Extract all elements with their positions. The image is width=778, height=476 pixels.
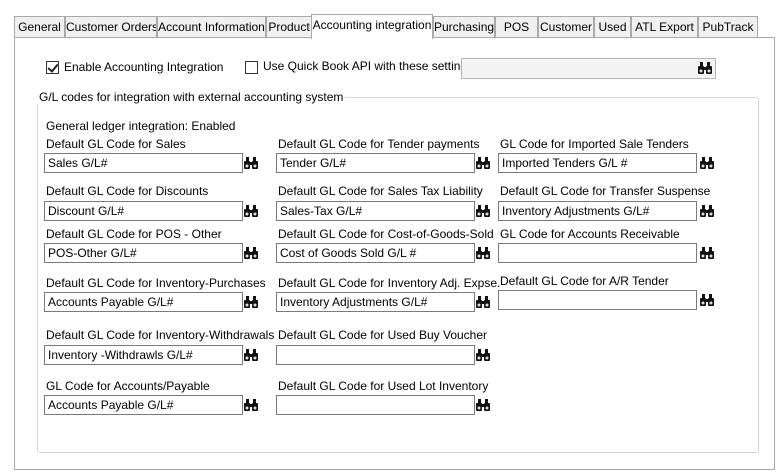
quickbook-api-label: Use Quick Book API with these settings bbox=[263, 59, 474, 73]
tab-account-information[interactable]: Account Information bbox=[157, 16, 266, 38]
tab-atl-export[interactable]: ATL Export bbox=[631, 16, 698, 38]
sales-tax-gl-label: Default GL Code for Sales Tax Liability bbox=[278, 184, 483, 198]
tender-payments-gl-field[interactable]: Tender G/L# bbox=[276, 153, 475, 173]
inventory-adj-gl-field[interactable]: Inventory Adjustments G/L# bbox=[276, 292, 475, 312]
cogs-gl-field[interactable]: Cost of Goods Sold G/L # bbox=[276, 243, 475, 263]
binoculars-icon[interactable] bbox=[475, 246, 491, 260]
cogs-gl-label: Default GL Code for Cost-of-Goods-Sold bbox=[278, 227, 494, 241]
binoculars-icon[interactable] bbox=[243, 295, 259, 309]
imported-sale-tenders-gl-field[interactable]: Imported Tenders G/L # bbox=[498, 153, 697, 173]
accounting-integration-panel: Enable Accounting Integration Use Quick … bbox=[14, 37, 775, 470]
sales-tax-gl-field[interactable]: Sales-Tax G/L# bbox=[276, 201, 475, 221]
used-buy-voucher-gl-label: Default GL Code for Used Buy Voucher bbox=[278, 328, 488, 342]
accounts-receivable-gl-label: GL Code for Accounts Receivable bbox=[500, 227, 680, 241]
discounts-gl-field[interactable]: Discount G/L# bbox=[44, 201, 243, 221]
binoculars-icon[interactable] bbox=[475, 398, 491, 412]
inventory-purchases-gl-label: Default GL Code for Inventory-Purchases bbox=[46, 276, 266, 290]
binoculars-icon[interactable] bbox=[475, 295, 491, 309]
binoculars-icon[interactable] bbox=[697, 61, 713, 75]
sales-gl-label: Default GL Code for Sales bbox=[46, 137, 186, 151]
tab-product[interactable]: Product bbox=[266, 16, 312, 38]
tab-accounting-integration[interactable]: Accounting integration bbox=[311, 14, 433, 39]
sales-gl-field[interactable]: Sales G/L# bbox=[44, 153, 243, 173]
tab-pos[interactable]: POS bbox=[495, 16, 538, 38]
tender-payments-gl-label: Default GL Code for Tender payments bbox=[278, 137, 480, 151]
binoculars-icon[interactable] bbox=[243, 246, 259, 260]
tab-used[interactable]: Used bbox=[594, 16, 631, 38]
binoculars-icon[interactable] bbox=[243, 156, 259, 170]
integration-status-text: General ledger integration: Enabled bbox=[46, 119, 236, 133]
binoculars-icon[interactable] bbox=[243, 348, 259, 362]
enable-integration-checkbox[interactable] bbox=[46, 61, 59, 74]
binoculars-icon[interactable] bbox=[699, 204, 715, 218]
pos-other-gl-label: Default GL Code for POS - Other bbox=[46, 227, 222, 241]
pos-other-gl-field[interactable]: POS-Other G/L# bbox=[44, 243, 243, 263]
tab-bar: General Customer Orders Account Informat… bbox=[14, 14, 778, 39]
enable-integration-label: Enable Accounting Integration bbox=[64, 60, 224, 74]
quickbook-api-settings-field[interactable] bbox=[461, 58, 716, 79]
discounts-gl-label: Default GL Code for Discounts bbox=[46, 184, 209, 198]
inventory-withdrawals-gl-label: Default GL Code for Inventory-Withdrawal… bbox=[46, 328, 275, 342]
binoculars-icon[interactable] bbox=[475, 156, 491, 170]
tab-pubtrack[interactable]: PubTrack bbox=[698, 16, 758, 38]
binoculars-icon[interactable] bbox=[699, 246, 715, 260]
accounts-payable-gl-label: GL Code for Accounts/Payable bbox=[46, 379, 210, 393]
inventory-purchases-gl-field[interactable]: Accounts Payable G/L# bbox=[44, 292, 243, 312]
used-buy-voucher-gl-field[interactable] bbox=[276, 345, 475, 365]
binoculars-icon[interactable] bbox=[243, 398, 259, 412]
tab-customer-orders[interactable]: Customer Orders bbox=[65, 16, 157, 38]
tab-customer[interactable]: Customer bbox=[538, 16, 594, 38]
binoculars-icon[interactable] bbox=[699, 293, 715, 307]
quickbook-api-checkbox[interactable] bbox=[245, 61, 258, 74]
used-lot-inventory-gl-label: Default GL Code for Used Lot Inventory bbox=[278, 379, 489, 393]
used-lot-inventory-gl-field[interactable] bbox=[276, 395, 475, 415]
ar-tender-gl-label: Default GL Code for A/R Tender bbox=[500, 274, 669, 288]
binoculars-icon[interactable] bbox=[243, 204, 259, 218]
transfer-suspense-gl-field[interactable]: Inventory Adjustments G/L# bbox=[498, 201, 697, 221]
binoculars-icon[interactable] bbox=[475, 204, 491, 218]
binoculars-icon[interactable] bbox=[475, 348, 491, 362]
binoculars-icon[interactable] bbox=[699, 156, 715, 170]
tab-general[interactable]: General bbox=[14, 16, 65, 38]
imported-sale-tenders-gl-label: GL Code for Imported Sale Tenders bbox=[500, 137, 689, 151]
gl-codes-group-title: G/L codes for integration with external … bbox=[37, 90, 346, 104]
inventory-adj-gl-label: Default GL Code for Inventory Adj. Expse… bbox=[278, 276, 501, 290]
accounts-payable-gl-field[interactable]: Accounts Payable G/L# bbox=[44, 395, 243, 415]
inventory-withdrawals-gl-field[interactable]: Inventory -Withdrawls G/L# bbox=[44, 345, 243, 365]
ar-tender-gl-field[interactable] bbox=[498, 290, 697, 310]
accounts-receivable-gl-field[interactable] bbox=[498, 243, 697, 263]
transfer-suspense-gl-label: Default GL Code for Transfer Suspense bbox=[500, 184, 711, 198]
tab-purchasing[interactable]: Purchasing bbox=[433, 16, 495, 38]
